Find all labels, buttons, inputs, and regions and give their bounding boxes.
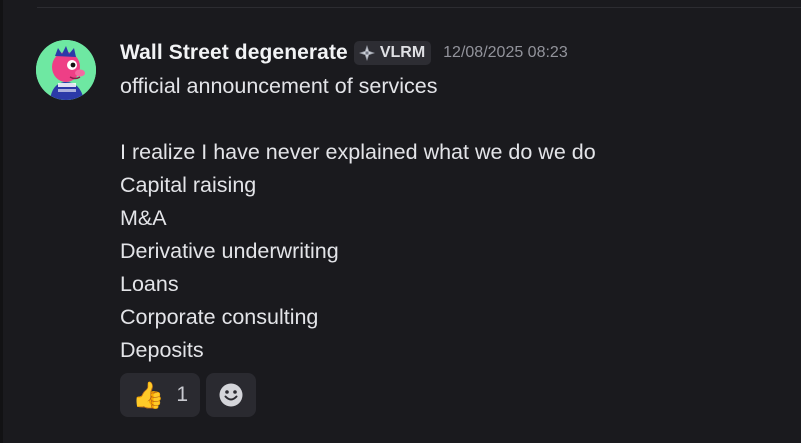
- message-content: Wall Street degenerate VLRM 12/08/2025 0…: [120, 36, 780, 417]
- role-tag-label: VLRM: [379, 44, 426, 61]
- left-edge-strip: [0, 0, 3, 443]
- message-line: Loans: [120, 272, 179, 296]
- chat-view: Wall Street degenerate VLRM 12/08/2025 0…: [0, 0, 801, 443]
- message-line: official announcement of services: [120, 74, 438, 98]
- role-tag[interactable]: VLRM: [353, 41, 432, 65]
- creature-avatar-icon: [36, 40, 96, 100]
- message-line: Capital raising: [120, 173, 257, 197]
- add-reaction-button[interactable]: [206, 373, 257, 417]
- message-line: M&A: [120, 206, 167, 230]
- diamond-cross-icon: [358, 45, 375, 61]
- message-line: I realize I have never explained what we…: [120, 140, 596, 164]
- thumbs-up-reaction[interactable]: 👍 1: [120, 373, 201, 417]
- smiley-face-icon: [219, 383, 243, 407]
- author-name[interactable]: Wall Street degenerate: [120, 41, 348, 65]
- message-line-blank: [120, 103, 780, 136]
- message-body: official announcement of services I real…: [120, 70, 780, 367]
- message-line: Deposits: [120, 338, 204, 362]
- reaction-bar: 👍 1: [120, 373, 780, 417]
- reaction-count: 1: [176, 383, 189, 406]
- avatar[interactable]: [36, 40, 96, 100]
- thumbs-up-icon: 👍: [132, 380, 165, 410]
- message-line: Derivative underwriting: [120, 239, 339, 263]
- message-line: Corporate consulting: [120, 305, 319, 329]
- message-timestamp[interactable]: 12/08/2025 08:23: [443, 44, 568, 62]
- message-header: Wall Street degenerate VLRM 12/08/2025 0…: [120, 36, 780, 70]
- message-divider: [37, 7, 801, 8]
